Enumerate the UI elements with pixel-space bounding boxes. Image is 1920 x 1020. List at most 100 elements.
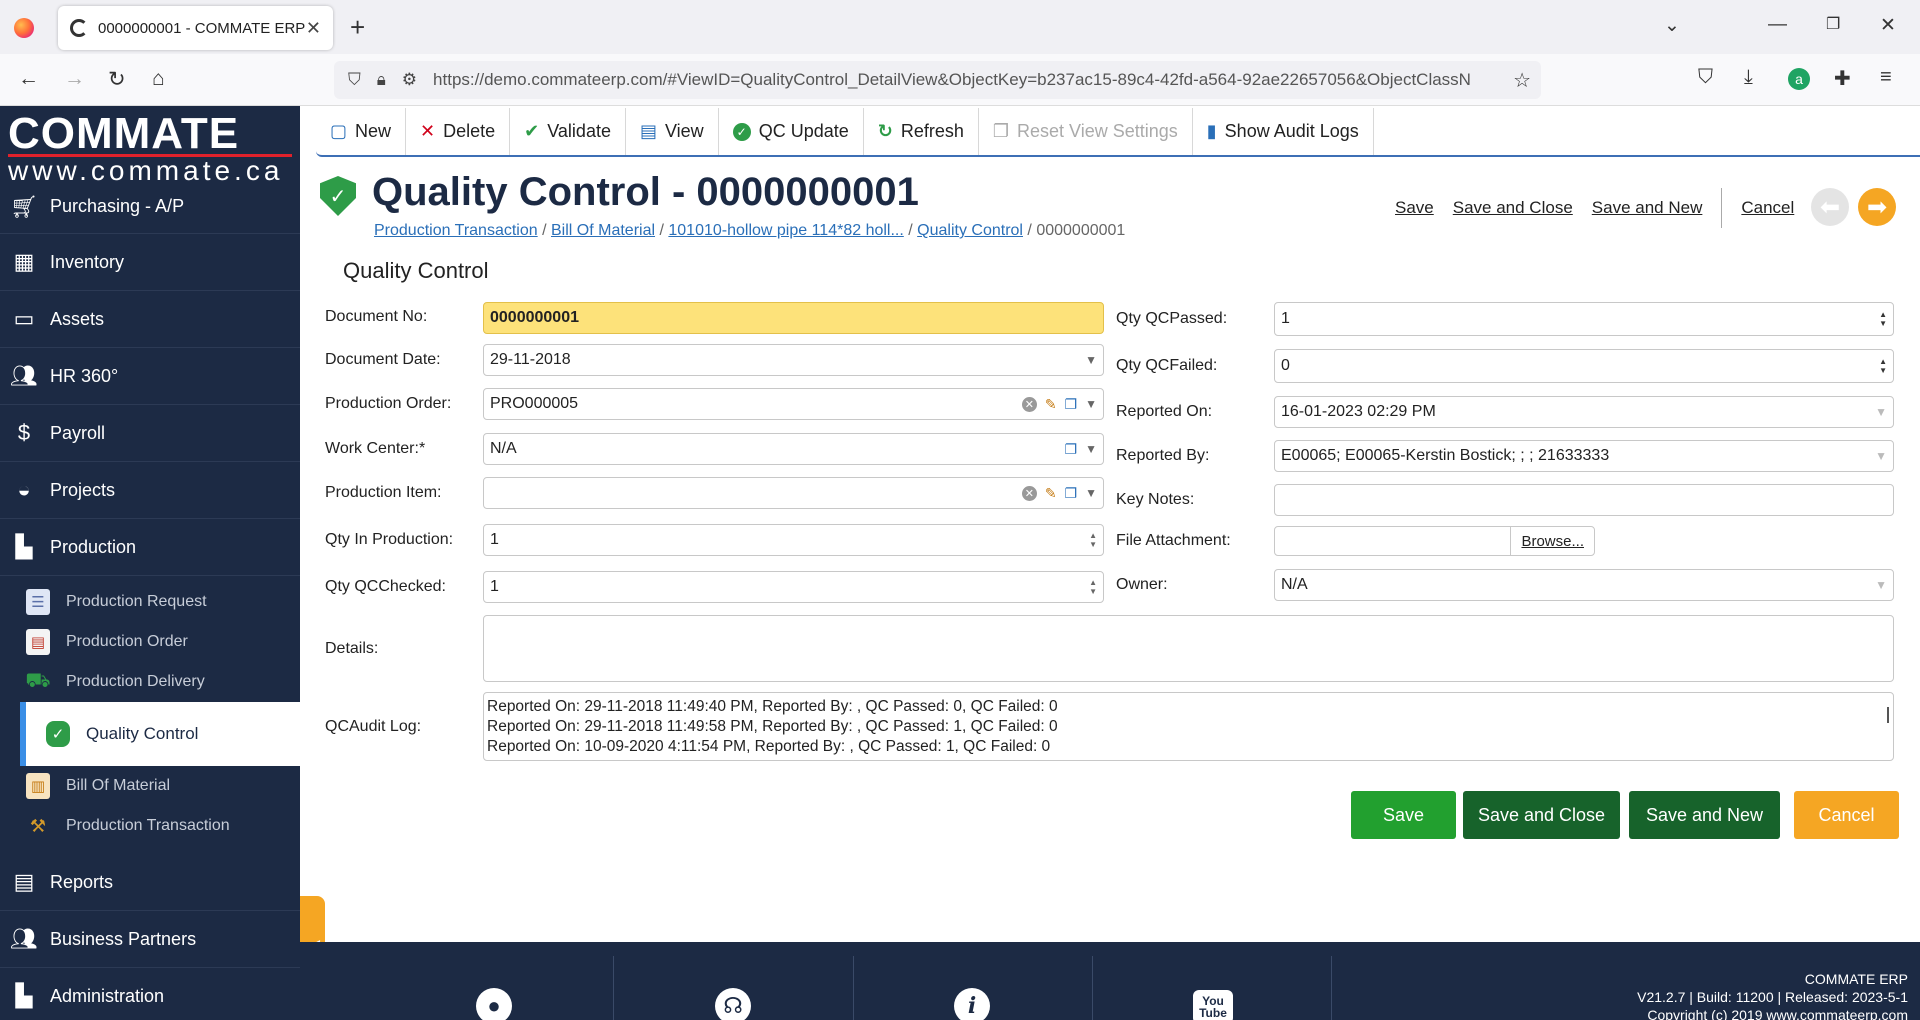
back-icon[interactable]: ← [18, 67, 39, 91]
new-button[interactable]: ▢ New [316, 108, 407, 155]
delete-button[interactable]: ✕ Delete [406, 108, 511, 155]
header-save-link[interactable]: Save [1395, 198, 1434, 228]
dropdown-arrow-icon[interactable]: ▼ [1085, 397, 1097, 411]
reported-by-field[interactable]: E00065; E00065-Kerstin Bostick; ; ; 2163… [1274, 440, 1894, 472]
sidebar-item-assets[interactable]: ▭ Assets [0, 291, 300, 348]
menu-icon[interactable]: ≡ [1880, 66, 1892, 89]
sidebar-item-inventory[interactable]: ▦ Inventory [0, 234, 300, 291]
sidebar-item-reports[interactable]: ▤ Reports [0, 854, 300, 911]
sidebar-sub-production-request[interactable]: ☰ Production Request [0, 582, 300, 622]
qty-qc-passed-field[interactable]: 1 ▲ ▼ [1274, 302, 1894, 336]
tab-close-icon[interactable]: ✕ [306, 18, 321, 39]
save-button[interactable]: Save [1351, 791, 1456, 839]
dropdown-arrow-icon[interactable]: ▼ [1085, 486, 1097, 500]
validate-button[interactable]: ✔ Validate [510, 108, 626, 155]
new-tab-icon[interactable]: + [350, 12, 365, 43]
forward-icon[interactable]: → [64, 67, 85, 91]
work-center-field[interactable]: N/A ❐ ▼ [483, 433, 1104, 465]
file-attachment-field[interactable]: Browse... [1274, 526, 1595, 556]
sidebar-item-production[interactable]: ▙ Production [0, 519, 300, 576]
browse-button[interactable]: Browse... [1510, 527, 1594, 555]
youtube-icon[interactable]: You Tube [1193, 990, 1233, 1020]
sidebar-sub-production-delivery[interactable]: ⛟ Production Delivery [0, 662, 300, 702]
edit-pencil-icon[interactable]: ✎ [1045, 485, 1057, 502]
breadcrumb-bill-of-material[interactable]: Bill Of Material [551, 222, 655, 239]
reported-on-field[interactable]: 16-01-2023 02:29 PM ▼ [1274, 396, 1894, 428]
restore-icon[interactable]: ❐ [1826, 14, 1840, 34]
reset-view-settings-button[interactable]: ❐ Reset View Settings [979, 108, 1193, 155]
sidebar-item-business-partners[interactable]: 👥︎ Business Partners [0, 911, 300, 968]
view-button[interactable]: ▤ View [626, 108, 719, 155]
production-order-field[interactable]: PRO000005 ✕ ✎ ❐ ▼ [483, 388, 1104, 420]
clear-icon[interactable]: ✕ [1021, 485, 1037, 501]
bookmark-star-icon[interactable]: ☆ [1513, 68, 1531, 93]
open-detail-icon[interactable]: ❐ [1065, 441, 1078, 458]
browser-tab[interactable]: 0000000001 - COMMATE ERP ✕ [58, 6, 333, 50]
dropdown-arrow-icon[interactable]: ▼ [1085, 353, 1097, 367]
sidebar-sub-bill-of-material[interactable]: ▥ Bill Of Material [0, 766, 300, 806]
cancel-button[interactable]: Cancel [1794, 791, 1899, 839]
stepper-icon[interactable]: ▲ ▼ [1879, 310, 1887, 328]
dropdown-arrow-icon[interactable]: ▼ [1085, 442, 1097, 456]
document-no-field[interactable]: 0000000001 [483, 302, 1104, 334]
previous-record-button[interactable]: ⬅ [1811, 188, 1849, 226]
save-and-new-button[interactable]: Save and New [1629, 791, 1780, 839]
clear-icon[interactable]: ✕ [1021, 396, 1037, 412]
sidebar-item-purchasing[interactable]: 🛒︎ Purchasing - A/P [0, 180, 300, 234]
pocket-icon[interactable]: ⛉ [1698, 66, 1713, 89]
owner-field[interactable]: N/A ▼ [1274, 569, 1894, 601]
stepper-icon[interactable]: ▲ ▼ [1879, 357, 1887, 375]
stepper-icon[interactable]: ▲ ▼ [1089, 531, 1097, 549]
qty-qc-failed-field[interactable]: 0 ▲ ▼ [1274, 349, 1894, 383]
url-text[interactable]: https://demo.commateerp.com/#ViewID=Qual… [433, 70, 1513, 90]
url-bar[interactable]: ⛉ 🔒︎ ⚙ https://demo.commateerp.com/#View… [334, 61, 1541, 99]
production-item-field[interactable]: ✕ ✎ ❐ ▼ [483, 477, 1104, 509]
sidebar-item-payroll[interactable]: $ Payroll [0, 405, 300, 462]
show-audit-logs-button[interactable]: ▮ Show Audit Logs [1193, 108, 1374, 155]
dropdown-arrow-icon[interactable]: ▼ [1875, 449, 1887, 463]
key-notes-field[interactable] [1274, 484, 1894, 516]
support-headset-icon[interactable]: ☊ [715, 988, 751, 1020]
edit-pencil-icon[interactable]: ✎ [1045, 396, 1057, 413]
qty-in-production-field[interactable]: 1 ▲ ▼ [483, 524, 1104, 556]
document-date-field[interactable]: 29-11-2018 ▼ [483, 344, 1104, 376]
dropdown-arrow-icon[interactable]: ▼ [1875, 405, 1887, 419]
home-icon[interactable]: ⌂ [152, 67, 165, 91]
scrollbar-thumb[interactable] [1887, 707, 1889, 723]
dropdown-arrow-icon[interactable]: ▼ [1875, 578, 1887, 592]
sidebar-sub-production-order[interactable]: ▤ Production Order [0, 622, 300, 662]
info-icon[interactable]: i [954, 988, 990, 1020]
sidebar-sub-production-transaction[interactable]: ⚒ Production Transaction [0, 806, 300, 846]
details-textarea[interactable] [483, 615, 1894, 682]
audit-log-textarea[interactable]: Reported On: 29-11-2018 11:49:40 PM, Rep… [483, 692, 1894, 761]
qc-update-button[interactable]: ✓ QC Update [719, 108, 864, 155]
breadcrumb-item[interactable]: 101010-hollow pipe 114*82 holl... [668, 222, 903, 239]
next-record-button[interactable]: ➡ [1858, 188, 1896, 226]
stepper-icon[interactable]: ▲ ▼ [1089, 578, 1097, 596]
header-save-new-link[interactable]: Save and New [1592, 198, 1703, 228]
sidebar-item-administration[interactable]: ▙ Administration [0, 968, 300, 1020]
user-icon[interactable]: ● [476, 988, 512, 1020]
qty-qc-checked-field[interactable]: 1 ▲ ▼ [483, 571, 1104, 603]
sidebar-item-projects[interactable]: ◒ Projects [0, 462, 300, 519]
minimize-icon[interactable]: — [1768, 14, 1787, 36]
qty-qc-passed-label: Qty QCPassed: [1116, 310, 1228, 327]
header-cancel-link[interactable]: Cancel [1741, 198, 1794, 228]
refresh-button[interactable]: ↻ Refresh [864, 108, 979, 155]
sidebar-sub-quality-control[interactable]: ✓ Quality Control [20, 702, 300, 766]
save-and-close-button[interactable]: Save and Close [1463, 791, 1620, 839]
extensions-puzzle-icon[interactable]: ✚ [1834, 66, 1851, 91]
close-window-icon[interactable]: ✕ [1880, 14, 1896, 37]
sidebar-item-hr[interactable]: 👥︎ HR 360° [0, 348, 300, 405]
list-tabs-icon[interactable]: ⌄ [1664, 14, 1680, 37]
breadcrumb-quality-control[interactable]: Quality Control [917, 222, 1023, 239]
permissions-icon[interactable]: ⚙ [402, 70, 417, 90]
open-detail-icon[interactable]: ❐ [1065, 485, 1078, 502]
brand-logo[interactable]: COMMATE www.commate.ca [0, 106, 300, 185]
header-save-close-link[interactable]: Save and Close [1453, 198, 1573, 228]
open-detail-icon[interactable]: ❐ [1065, 396, 1078, 413]
reload-icon[interactable]: ↻ [108, 67, 126, 92]
downloads-icon[interactable]: ⤓ [1744, 66, 1753, 89]
breadcrumb-production-transaction[interactable]: Production Transaction [374, 222, 538, 239]
extension-icon[interactable]: a [1788, 68, 1810, 90]
